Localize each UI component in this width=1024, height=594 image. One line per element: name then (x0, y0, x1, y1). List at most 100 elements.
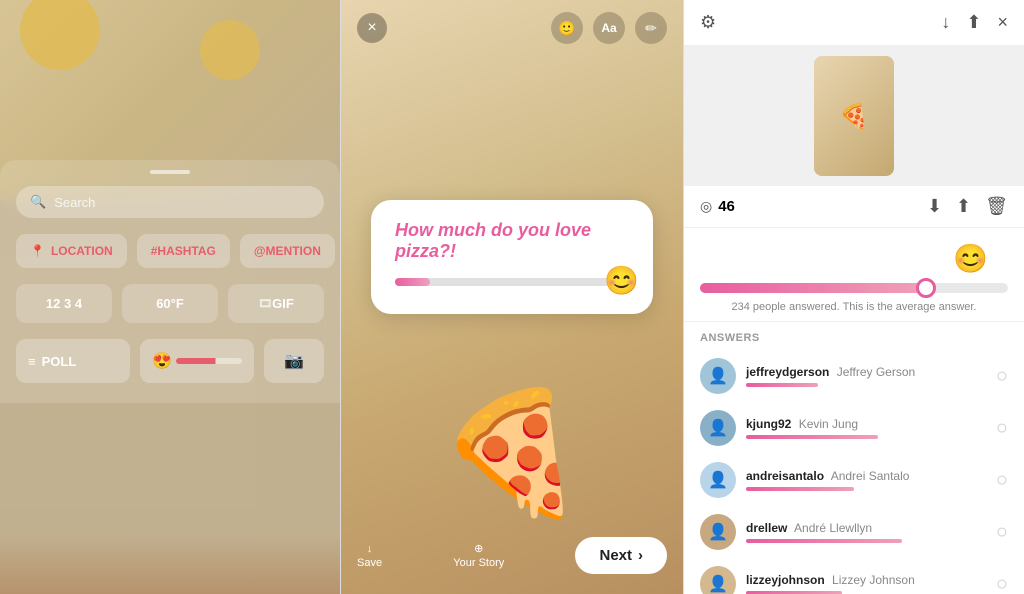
camera-icon: 📷 (284, 351, 304, 371)
sticker-icon: 🙂 (558, 20, 575, 37)
editor-bottom-bar: ↓ Save ⊕ Your Story Next › (341, 527, 683, 594)
text-tool-btn[interactable]: Aa (593, 12, 625, 44)
settings-icon[interactable]: ⚙ (700, 12, 716, 33)
header-left-icons: ⚙ (700, 12, 716, 33)
slider-track-container[interactable]: 😊 (395, 278, 629, 286)
draw-tool-btn[interactable]: ✏ (635, 12, 667, 44)
panel-story-insights: ⚙ ↓ ⬆ × ◎ 46 ⬇ ⬆ 🗑 😊 234 (684, 0, 1024, 594)
answer-bar-3 (746, 487, 854, 491)
answer-info-4: drellew André Llewllyn (746, 521, 986, 543)
slider-result-section: 😊 234 people answered. This is the avera… (684, 228, 1024, 322)
views-count-area: ◎ 46 (700, 198, 735, 215)
username-5: lizzeyjohnson (746, 573, 825, 587)
result-emoji: 😊 (953, 242, 988, 275)
result-thumb (916, 278, 936, 298)
mention-sticker-btn[interactable]: @MENTION (240, 234, 335, 268)
next-button[interactable]: Next › (575, 537, 667, 574)
timer-label: 12 3 4 (46, 296, 82, 311)
slider-question-text: How much do you love pizza?! (395, 220, 629, 262)
realname-1: Jeffrey Gerson (837, 365, 915, 379)
message-icon-4[interactable]: ○ (996, 521, 1008, 544)
answer-bar-2 (746, 435, 878, 439)
poll-label: POLL (42, 354, 77, 369)
answer-bar-container-4 (746, 539, 986, 543)
message-icon-2[interactable]: ○ (996, 417, 1008, 440)
search-placeholder: Search (54, 195, 95, 210)
location-pin-icon: 📍 (30, 244, 45, 258)
delete-story-icon[interactable]: 🗑 (985, 196, 1008, 217)
slider-track-preview (176, 358, 242, 364)
answer-names-5: lizzeyjohnson Lizzey Johnson (746, 573, 986, 587)
pizza-character: 🍕 (437, 384, 586, 524)
result-caption: 234 people answered. This is the average… (731, 301, 976, 313)
message-icon-5[interactable]: ○ (996, 573, 1008, 594)
sticker-search-bar[interactable]: 🔍 Search (16, 186, 324, 218)
save-btn[interactable]: ↓ Save (357, 543, 382, 569)
close-icon: × (367, 19, 376, 37)
sticker-tray: 🔍 Search 📍 LOCATION #HASHTAG @MENTION 12… (0, 160, 340, 403)
answer-bar-1 (746, 383, 818, 387)
next-label: Next (599, 547, 632, 564)
add-story-icon: ⊕ (474, 542, 483, 555)
close-icon[interactable]: × (997, 12, 1008, 33)
slider-sticker-btn[interactable]: 😍 (140, 339, 254, 383)
username-1: jeffreydgerson (746, 365, 829, 379)
answer-names-3: andreisantalo Andrei Santalo (746, 469, 986, 483)
message-icon-3[interactable]: ○ (996, 469, 1008, 492)
your-story-btn[interactable]: ⊕ Your Story (453, 542, 504, 569)
location-label: LOCATION (51, 244, 113, 258)
answer-row-3: 👤 andreisantalo Andrei Santalo ○ (684, 454, 1024, 506)
poll-sticker-btn[interactable]: ≡ POLL (16, 339, 130, 383)
download-icon[interactable]: ↓ (941, 12, 950, 33)
answer-names-2: kjung92 Kevin Jung (746, 417, 986, 431)
temp-sticker-btn[interactable]: 60°F (122, 284, 218, 323)
story-label: Your Story (453, 557, 504, 569)
answer-bar-container-2 (746, 435, 986, 439)
answer-bar-container-1 (746, 383, 986, 387)
save-arrow-icon: ↓ (367, 543, 373, 555)
share-story-icon[interactable]: ⬆ (956, 196, 971, 217)
slider-thumb-emoji: 😊 (604, 264, 639, 297)
username-3: andreisantalo (746, 469, 824, 483)
story-thumbnail (814, 56, 894, 176)
panel-sticker-picker: 🔍 Search 📍 LOCATION #HASHTAG @MENTION 12… (0, 0, 340, 594)
sticker-tool-btn[interactable]: 🙂 (551, 12, 583, 44)
stats-action-buttons: ⬇ ⬆ 🗑 (927, 196, 1008, 217)
save-label: Save (357, 557, 382, 569)
editor-close-btn[interactable]: × (357, 13, 387, 43)
story-preview-area (684, 46, 1024, 186)
eye-icon: ◎ (700, 198, 712, 215)
editor-tools: 🙂 Aa ✏ (551, 12, 667, 44)
answer-row-5: 👤 lizzeyjohnson Lizzey Johnson ○ (684, 558, 1024, 594)
timer-sticker-btn[interactable]: 12 3 4 (16, 284, 112, 323)
tray-handle (150, 170, 190, 174)
editor-top-bar: × 🙂 Aa ✏ (341, 0, 683, 56)
gif-label: GIF (272, 296, 294, 311)
sticker-grid-row2: 12 3 4 60°F 🎞 GIF (16, 284, 324, 323)
answer-row-1: 👤 jeffreydgerson Jeffrey Gerson ○ (684, 350, 1024, 402)
avatar-3: 👤 (700, 462, 736, 498)
panel1-bottom-fade (0, 534, 340, 594)
gif-frame-icon: 🎞 (258, 297, 272, 310)
avatar-4: 👤 (700, 514, 736, 550)
gif-sticker-btn[interactable]: 🎞 GIF (228, 284, 324, 323)
hashtag-sticker-btn[interactable]: #HASHTAG (137, 234, 230, 268)
download-story-icon[interactable]: ⬇ (927, 196, 942, 217)
result-track (700, 283, 1008, 293)
camera-btn[interactable]: 📷 (264, 339, 324, 383)
answer-bar-4 (746, 539, 902, 543)
search-icon: 🔍 (30, 194, 46, 210)
panel-story-editor: 🍕 How much do you love pizza?! 😊 × 🙂 Aa … (340, 0, 684, 594)
avatar-1: 👤 (700, 358, 736, 394)
location-sticker-btn[interactable]: 📍 LOCATION (16, 234, 127, 268)
message-icon-1[interactable]: ○ (996, 365, 1008, 388)
share-icon[interactable]: ⬆ (966, 12, 981, 33)
realname-2: Kevin Jung (799, 417, 858, 431)
answers-header-label: ANSWERS (684, 322, 1024, 350)
answers-section: ANSWERS 👤 jeffreydgerson Jeffrey Gerson … (684, 322, 1024, 594)
answer-info-3: andreisantalo Andrei Santalo (746, 469, 986, 491)
realname-3: Andrei Santalo (831, 469, 910, 483)
answer-info-2: kjung92 Kevin Jung (746, 417, 986, 439)
temp-label: 60°F (156, 296, 184, 311)
realname-4: André Llewllyn (794, 521, 872, 535)
